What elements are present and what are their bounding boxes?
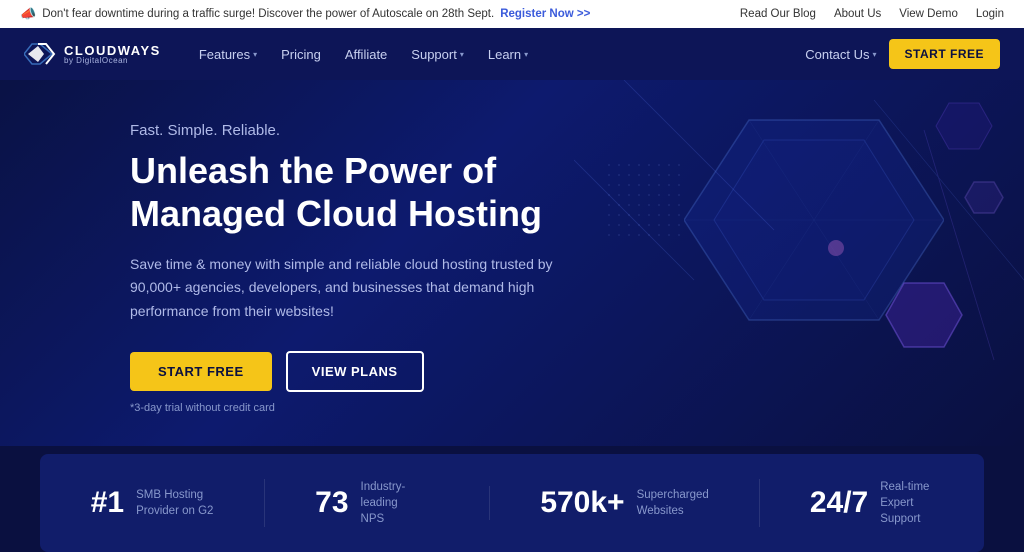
nav-pricing[interactable]: Pricing [271,41,331,68]
contact-chevron-icon: ▾ [873,50,877,59]
contact-us-button[interactable]: Contact Us ▾ [805,47,876,62]
stat-item-rank: #1 SMB HostingProvider on G2 [40,486,264,520]
brand-sub: by DigitalOcean [64,57,161,65]
hero-view-plans-button[interactable]: VIEW PLANS [286,351,424,392]
stat-number-support: 24/7 [810,486,868,520]
brand-name: CLOUDWAYS [64,44,161,57]
announcement-bar: 📣 Don't fear downtime during a traffic s… [0,0,1024,28]
navbar-right: Contact Us ▾ START FREE [805,39,1000,69]
hex-container [574,80,1024,420]
hero-content: Fast. Simple. Reliable. Unleash the Powe… [0,80,600,446]
hero-title: Unleash the Power ofManaged Cloud Hostin… [130,149,560,235]
stat-label-nps: Industry-leadingNPS [361,479,440,527]
login-link[interactable]: Login [976,8,1004,20]
line-decorations-icon [574,80,1024,420]
stat-label-support: Real-timeExpert Support [880,479,934,527]
stat-item-nps: 73 Industry-leadingNPS [264,479,489,527]
dot-grid [604,160,684,240]
view-demo-link[interactable]: View Demo [899,8,958,20]
navbar-start-free-button[interactable]: START FREE [889,39,1000,69]
navbar-left: CLOUDWAYS by DigitalOcean Features ▾ Pri… [24,40,538,68]
announcement-left: 📣 Don't fear downtime during a traffic s… [20,6,590,22]
stat-number-rank: #1 [91,486,124,520]
stat-label-rank: SMB HostingProvider on G2 [136,487,213,519]
nav-support[interactable]: Support ▾ [401,41,474,68]
hero-start-free-button[interactable]: START FREE [130,352,272,391]
nav-features[interactable]: Features ▾ [189,41,267,68]
announcement-right: Read Our Blog About Us View Demo Login [740,8,1004,20]
register-link[interactable]: Register Now >> [500,8,590,20]
logo-text: CLOUDWAYS by DigitalOcean [64,44,161,65]
features-chevron-icon: ▾ [253,50,257,59]
stat-item-support: 24/7 Real-timeExpert Support [759,479,984,527]
stats-wrapper: #1 SMB HostingProvider on G2 73 Industry… [0,446,1024,552]
hero-section: Fast. Simple. Reliable. Unleash the Powe… [0,80,1024,446]
megaphone-icon: 📣 [20,6,36,22]
logo[interactable]: CLOUDWAYS by DigitalOcean [24,40,161,68]
hero-buttons: START FREE VIEW PLANS [130,351,560,392]
trial-note: *3-day trial without credit card [130,402,560,414]
logo-icon [24,40,56,68]
stat-label-websites: SuperchargedWebsites [637,487,709,519]
stat-item-websites: 570k+ SuperchargedWebsites [489,486,759,520]
support-chevron-icon: ▾ [460,50,464,59]
about-us-link[interactable]: About Us [834,8,881,20]
stats-bar: #1 SMB HostingProvider on G2 73 Industry… [40,454,984,552]
hero-description: Save time & money with simple and reliab… [130,253,560,322]
stat-number-nps: 73 [315,486,348,520]
announcement-text: Don't fear downtime during a traffic sur… [42,8,494,20]
stat-number-websites: 570k+ [540,486,624,520]
hero-graphic [574,80,1024,420]
nav-affiliate[interactable]: Affiliate [335,41,397,68]
nav-links: Features ▾ Pricing Affiliate Support ▾ L… [189,41,538,68]
navbar: CLOUDWAYS by DigitalOcean Features ▾ Pri… [0,28,1024,80]
read-blog-link[interactable]: Read Our Blog [740,8,816,20]
nav-learn[interactable]: Learn ▾ [478,41,538,68]
learn-chevron-icon: ▾ [524,50,528,59]
hero-tagline: Fast. Simple. Reliable. [130,122,560,139]
